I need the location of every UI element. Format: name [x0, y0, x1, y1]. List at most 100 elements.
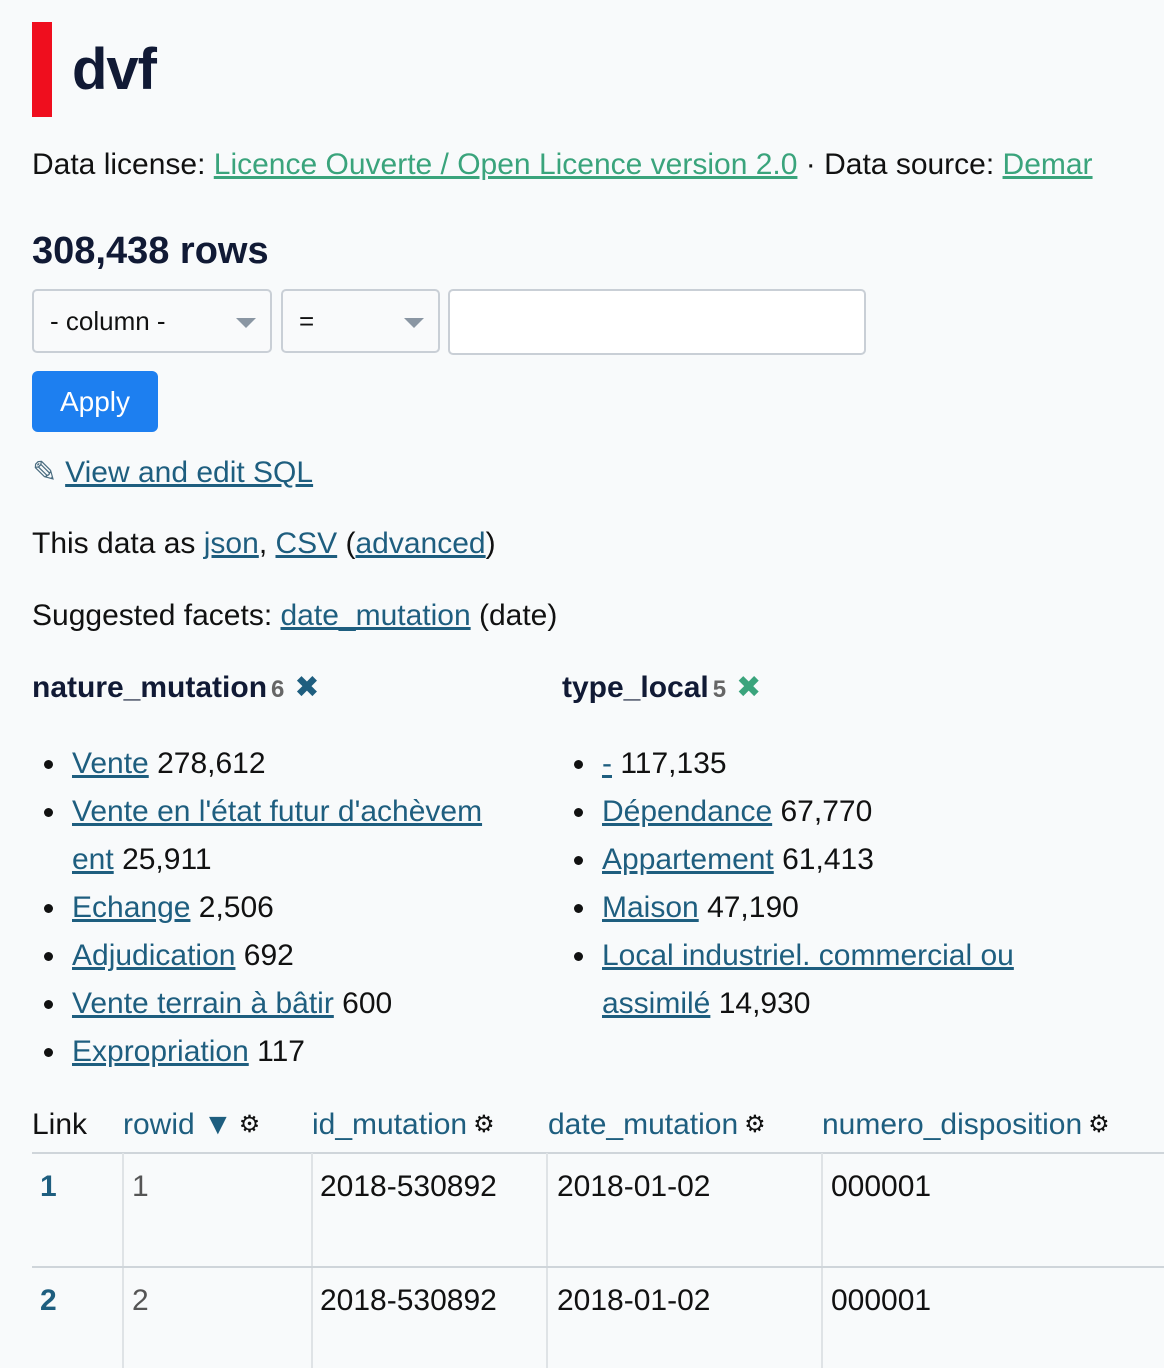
gear-icon[interactable]: ⚙ [1088, 1111, 1110, 1138]
facet-link[interactable]: Dépendance [602, 795, 772, 828]
json-link[interactable]: json [204, 527, 259, 560]
facet-link[interactable]: Expropriation [72, 1035, 249, 1068]
column-header-rowid[interactable]: rowid ▼ ⚙ [123, 1108, 260, 1142]
view-edit-sql-link[interactable]: View and edit SQL [65, 456, 313, 489]
list-item: Vente en l'état futur d'achèvem ent 25,91… [32, 788, 532, 884]
list-item: - 117,135 [562, 740, 1122, 788]
facet-type-local: type_local 5 ✖ - 117,135 Dépendance 67,770… [562, 670, 1014, 1020]
column-header-id-mutation[interactable]: id_mutation ⚙ [312, 1108, 495, 1142]
facet-count: 5 [712, 676, 727, 703]
column-divider [122, 1153, 124, 1368]
column-header-rowid-label: rowid [123, 1108, 195, 1141]
title-accent-bar [32, 22, 52, 117]
facet-header: nature_mutation 6 ✖ [32, 670, 320, 705]
facet-title: nature_mutation [32, 671, 268, 704]
gear-icon[interactable]: ⚙ [239, 1111, 261, 1138]
list-item: Echange 2,506 [32, 884, 532, 932]
license-line: Data license: Licence Ouverte / Open Lic… [32, 148, 1093, 182]
list-item: Adjudication 692 [32, 932, 532, 980]
facet-link[interactable]: - [602, 747, 612, 780]
list-item: Local industriel. commercial ou assimilé … [562, 932, 1122, 1028]
source-label: Data source: [824, 148, 1003, 181]
column-header-date-mutation[interactable]: date_mutation ⚙ [548, 1108, 766, 1142]
column-header-date-mutation-label: date_mutation [548, 1108, 739, 1141]
column-select-value: - column - [50, 305, 166, 336]
facet-link[interactable]: Vente en l'état futur d'achèvem [72, 795, 482, 828]
facet-link[interactable]: Vente terrain à bâtir [72, 987, 334, 1020]
facet-value: 278,612 [157, 747, 266, 780]
facet-link-continued[interactable]: assimilé [602, 987, 710, 1020]
column-divider [546, 1153, 548, 1368]
view-sql-row: ✎ View and edit SQL [32, 455, 313, 490]
facet-list: Vente 278,612 Vente en l'état futur d'ac… [32, 740, 532, 1076]
export-paren-open: ( [337, 527, 356, 560]
facet-link[interactable]: Maison [602, 891, 699, 924]
row-link[interactable]: 2 [40, 1284, 57, 1318]
facet-value: 25,911 [122, 843, 212, 876]
list-item: Vente 278,612 [32, 740, 532, 788]
column-header-id-mutation-label: id_mutation [312, 1108, 468, 1141]
apply-button[interactable]: Apply [32, 371, 158, 432]
cell-numero-disposition: 000001 [831, 1284, 932, 1317]
chevron-down-icon [236, 318, 256, 328]
column-header-numero-disposition[interactable]: numero_disposition ⚙ [822, 1108, 1110, 1142]
facet-value: 47,190 [707, 891, 799, 924]
filter-value-input[interactable] [448, 289, 866, 355]
facet-value: 67,770 [780, 795, 873, 828]
cell-numero-disposition: 000001 [831, 1170, 932, 1203]
facet-link-continued[interactable]: ent [72, 843, 114, 876]
advanced-link[interactable]: advanced [356, 527, 486, 560]
suggested-facet-link[interactable]: date_mutation [281, 599, 471, 632]
license-link[interactable]: Licence Ouverte / Open Licence version 2… [214, 148, 798, 181]
cell-id-mutation: 2018-530892 [320, 1170, 497, 1203]
facet-value: 692 [243, 939, 294, 972]
cell-date-mutation: 2018-01-02 [557, 1170, 711, 1203]
pencil-icon: ✎ [32, 456, 58, 489]
column-select[interactable]: - column - [32, 289, 272, 353]
facet-value: 61,413 [782, 843, 874, 876]
sort-desc-icon: ▼ [203, 1108, 233, 1141]
list-item: Vente terrain à bâtir 600 [32, 980, 532, 1028]
facet-title: type_local [562, 671, 709, 704]
facet-list: - 117,135 Dépendance 67,770 Appartement … [562, 740, 1122, 1028]
suggested-prefix: Suggested facets: [32, 599, 281, 632]
close-icon[interactable]: ✖ [736, 671, 761, 704]
chevron-down-icon [404, 318, 424, 328]
column-divider [821, 1153, 823, 1368]
column-header-link: Link [32, 1108, 88, 1141]
facet-value: 600 [342, 987, 393, 1020]
facet-nature-mutation: nature_mutation 6 ✖ Vente 278,612 Vente en… [32, 670, 482, 1068]
source-link[interactable]: Demar [1003, 148, 1093, 181]
gear-icon[interactable]: ⚙ [744, 1111, 766, 1138]
export-line: This data as json, CSV (advanced) [32, 527, 496, 561]
facet-value: 117 [257, 1035, 305, 1068]
page-title: dvf [72, 37, 157, 102]
csv-link[interactable]: CSV [275, 527, 337, 560]
gear-icon[interactable]: ⚙ [473, 1111, 495, 1138]
column-header-numero-disposition-label: numero_disposition [822, 1108, 1083, 1141]
export-comma: , [258, 527, 276, 560]
export-paren-close: ) [485, 527, 496, 560]
operator-select-value: = [299, 305, 315, 336]
operator-select[interactable]: = [281, 289, 440, 353]
facet-link[interactable]: Local industriel. commercial ou [602, 939, 1014, 972]
list-item: Appartement 61,413 [562, 836, 1122, 884]
facet-link[interactable]: Adjudication [72, 939, 235, 972]
license-label: Data license: [32, 148, 214, 181]
facet-value: 117,135 [620, 747, 727, 780]
close-icon[interactable]: ✖ [294, 671, 319, 704]
row-divider [32, 1266, 1164, 1268]
facet-value: 14,930 [718, 987, 811, 1020]
column-divider [311, 1153, 313, 1368]
facet-count: 6 [271, 676, 285, 703]
list-item: Maison 47,190 [562, 884, 1122, 932]
facet-link[interactable]: Echange [72, 891, 190, 924]
facet-link[interactable]: Vente [72, 747, 149, 780]
separator: · [797, 148, 825, 181]
page-header: dvf [32, 22, 157, 117]
facet-link[interactable]: Appartement [602, 843, 774, 876]
row-link[interactable]: 1 [40, 1170, 57, 1204]
cell-date-mutation: 2018-01-02 [557, 1284, 711, 1317]
list-item: Dépendance 67,770 [562, 788, 1122, 836]
table-header-divider [32, 1152, 1164, 1154]
